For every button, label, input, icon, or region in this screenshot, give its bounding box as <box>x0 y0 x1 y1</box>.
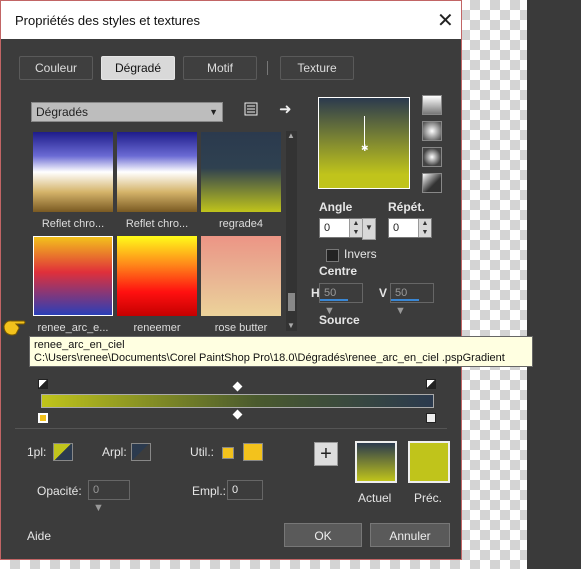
styles-textures-dialog: Propriétés des styles et textures ✕ Coul… <box>0 0 462 560</box>
current-label: Actuel <box>358 491 392 505</box>
background-plan-label: Arpl: <box>102 445 127 459</box>
radial-style-button[interactable] <box>422 147 442 167</box>
user-color-swatch[interactable] <box>243 443 263 461</box>
top-stop-left-icon[interactable] <box>38 379 48 389</box>
location-input[interactable]: 0 <box>227 480 263 500</box>
top-stop-right-icon[interactable] <box>426 379 436 389</box>
gradient-editor-bar[interactable] <box>41 394 434 408</box>
current-gradient-swatch[interactable] <box>355 441 397 483</box>
previous-gradient-swatch[interactable] <box>408 441 450 483</box>
gradient-category-select[interactable]: Dégradés ▼ <box>31 102 223 122</box>
gradient-thumb-reflet-2[interactable] <box>117 132 197 212</box>
gradient-list-scrollbar[interactable]: ▲ ▼ <box>286 131 297 331</box>
tooltip-path: C:\Users\renee\Documents\Corel PaintShop… <box>34 352 505 364</box>
color-stop-right-icon[interactable] <box>426 413 436 423</box>
repeat-label: Répét. <box>388 200 425 214</box>
invert-label: Invers <box>344 247 377 261</box>
tab-couleur[interactable]: Couleur <box>19 56 93 80</box>
gradient-thumb-renee-arc[interactable] <box>33 236 113 316</box>
sunburst-style-button[interactable] <box>422 173 442 193</box>
linear-style-button[interactable] <box>422 95 442 115</box>
tab-degrade[interactable]: Dégradé <box>101 56 175 80</box>
angle-stepper[interactable]: ▲ ▼ <box>349 219 362 237</box>
invert-checkbox[interactable] <box>326 249 339 262</box>
user-color-label: Util.: <box>190 445 214 459</box>
gradient-preview[interactable]: ✱ <box>318 97 410 189</box>
gradient-thumb-reneemer[interactable] <box>117 236 197 316</box>
first-plan-swatch[interactable] <box>53 443 73 461</box>
section-divider <box>15 428 447 429</box>
gradient-label: renee_arc_e... <box>37 322 109 334</box>
scroll-up-icon[interactable]: ▲ <box>287 131 295 140</box>
dialog-title: Propriétés des styles et textures <box>15 13 200 28</box>
arrow-right-icon[interactable]: ➜ <box>279 100 292 118</box>
tab-texture[interactable]: Texture <box>280 56 354 80</box>
angle-label: Angle <box>319 200 353 214</box>
gradient-thumb-rose-butter[interactable] <box>201 236 281 316</box>
opacity-dropdown-icon[interactable]: ▼ <box>93 499 129 517</box>
user-color-small-swatch[interactable] <box>222 447 234 459</box>
scroll-down-icon[interactable]: ▼ <box>287 321 295 330</box>
opacity-input[interactable]: 0 ▼ <box>88 480 130 514</box>
gradient-category-value: Dégradés <box>36 105 89 119</box>
angle-input[interactable]: 0 ▲ ▼ ▼ <box>319 218 376 240</box>
cancel-button[interactable]: Annuler <box>370 523 450 547</box>
tooltip-name: renee_arc_en_ciel <box>34 339 125 351</box>
center-h-value: 50 <box>324 287 337 299</box>
first-plan-label: 1pl: <box>27 445 47 459</box>
background-panel <box>527 0 581 569</box>
location-label: Empl.: <box>192 484 227 498</box>
opacity-value: 0 <box>93 484 100 496</box>
repeat-stepper[interactable]: ▲ ▼ <box>418 219 431 237</box>
center-v-dropdown-icon[interactable]: ▼ <box>395 302 433 320</box>
gradient-menu-icon[interactable] <box>243 101 259 121</box>
angle-value: 0 <box>324 222 331 234</box>
color-stop-left-icon[interactable] <box>38 413 48 423</box>
gradient-label: Reflet chro... <box>41 218 105 230</box>
previous-label: Préc. <box>414 491 443 505</box>
pointing-hand-icon <box>2 316 28 338</box>
gradient-label: regrade4 <box>218 218 264 230</box>
center-h-slider[interactable] <box>320 299 348 301</box>
center-v-value: 50 <box>395 287 408 299</box>
gradient-label: reneemer <box>133 322 181 334</box>
center-v-slider[interactable] <box>391 299 419 301</box>
opacity-label: Opacité: <box>37 484 82 498</box>
center-point-icon[interactable]: ✱ <box>361 143 369 154</box>
title-bar: Propriétés des styles et textures ✕ <box>1 1 461 39</box>
angle-indicator <box>364 116 365 146</box>
gradient-label: Reflet chro... <box>125 218 189 230</box>
gradient-tooltip: renee_arc_en_ciel C:\Users\renee\Documen… <box>29 336 533 367</box>
ok-button[interactable]: OK <box>284 523 362 547</box>
chevron-down-icon: ▼ <box>209 107 218 117</box>
help-link[interactable]: Aide <box>27 529 51 543</box>
center-v-label: V <box>379 286 388 300</box>
add-color-button[interactable]: + <box>314 442 338 466</box>
gradient-thumb-regrade4[interactable] <box>201 132 281 212</box>
angle-dropdown-icon[interactable]: ▼ <box>362 218 376 240</box>
repeat-input[interactable]: 0 ▲ ▼ <box>388 218 432 238</box>
gradient-label: rose butter <box>214 322 268 334</box>
color-midpoint-icon[interactable] <box>232 409 243 420</box>
gradient-thumb-reflet-1[interactable] <box>33 132 113 212</box>
tab-motif[interactable]: Motif <box>183 56 257 80</box>
location-value: 0 <box>232 484 239 496</box>
scrollbar-thumb[interactable] <box>288 293 295 311</box>
close-icon[interactable]: ✕ <box>437 8 454 33</box>
repeat-value: 0 <box>393 222 400 234</box>
background-plan-swatch[interactable] <box>131 443 151 461</box>
center-label: Centre <box>319 264 358 278</box>
tab-separator <box>267 61 268 75</box>
top-midpoint-icon[interactable] <box>232 381 243 392</box>
rectangular-style-button[interactable] <box>422 121 442 141</box>
source-label: Source <box>319 313 360 327</box>
